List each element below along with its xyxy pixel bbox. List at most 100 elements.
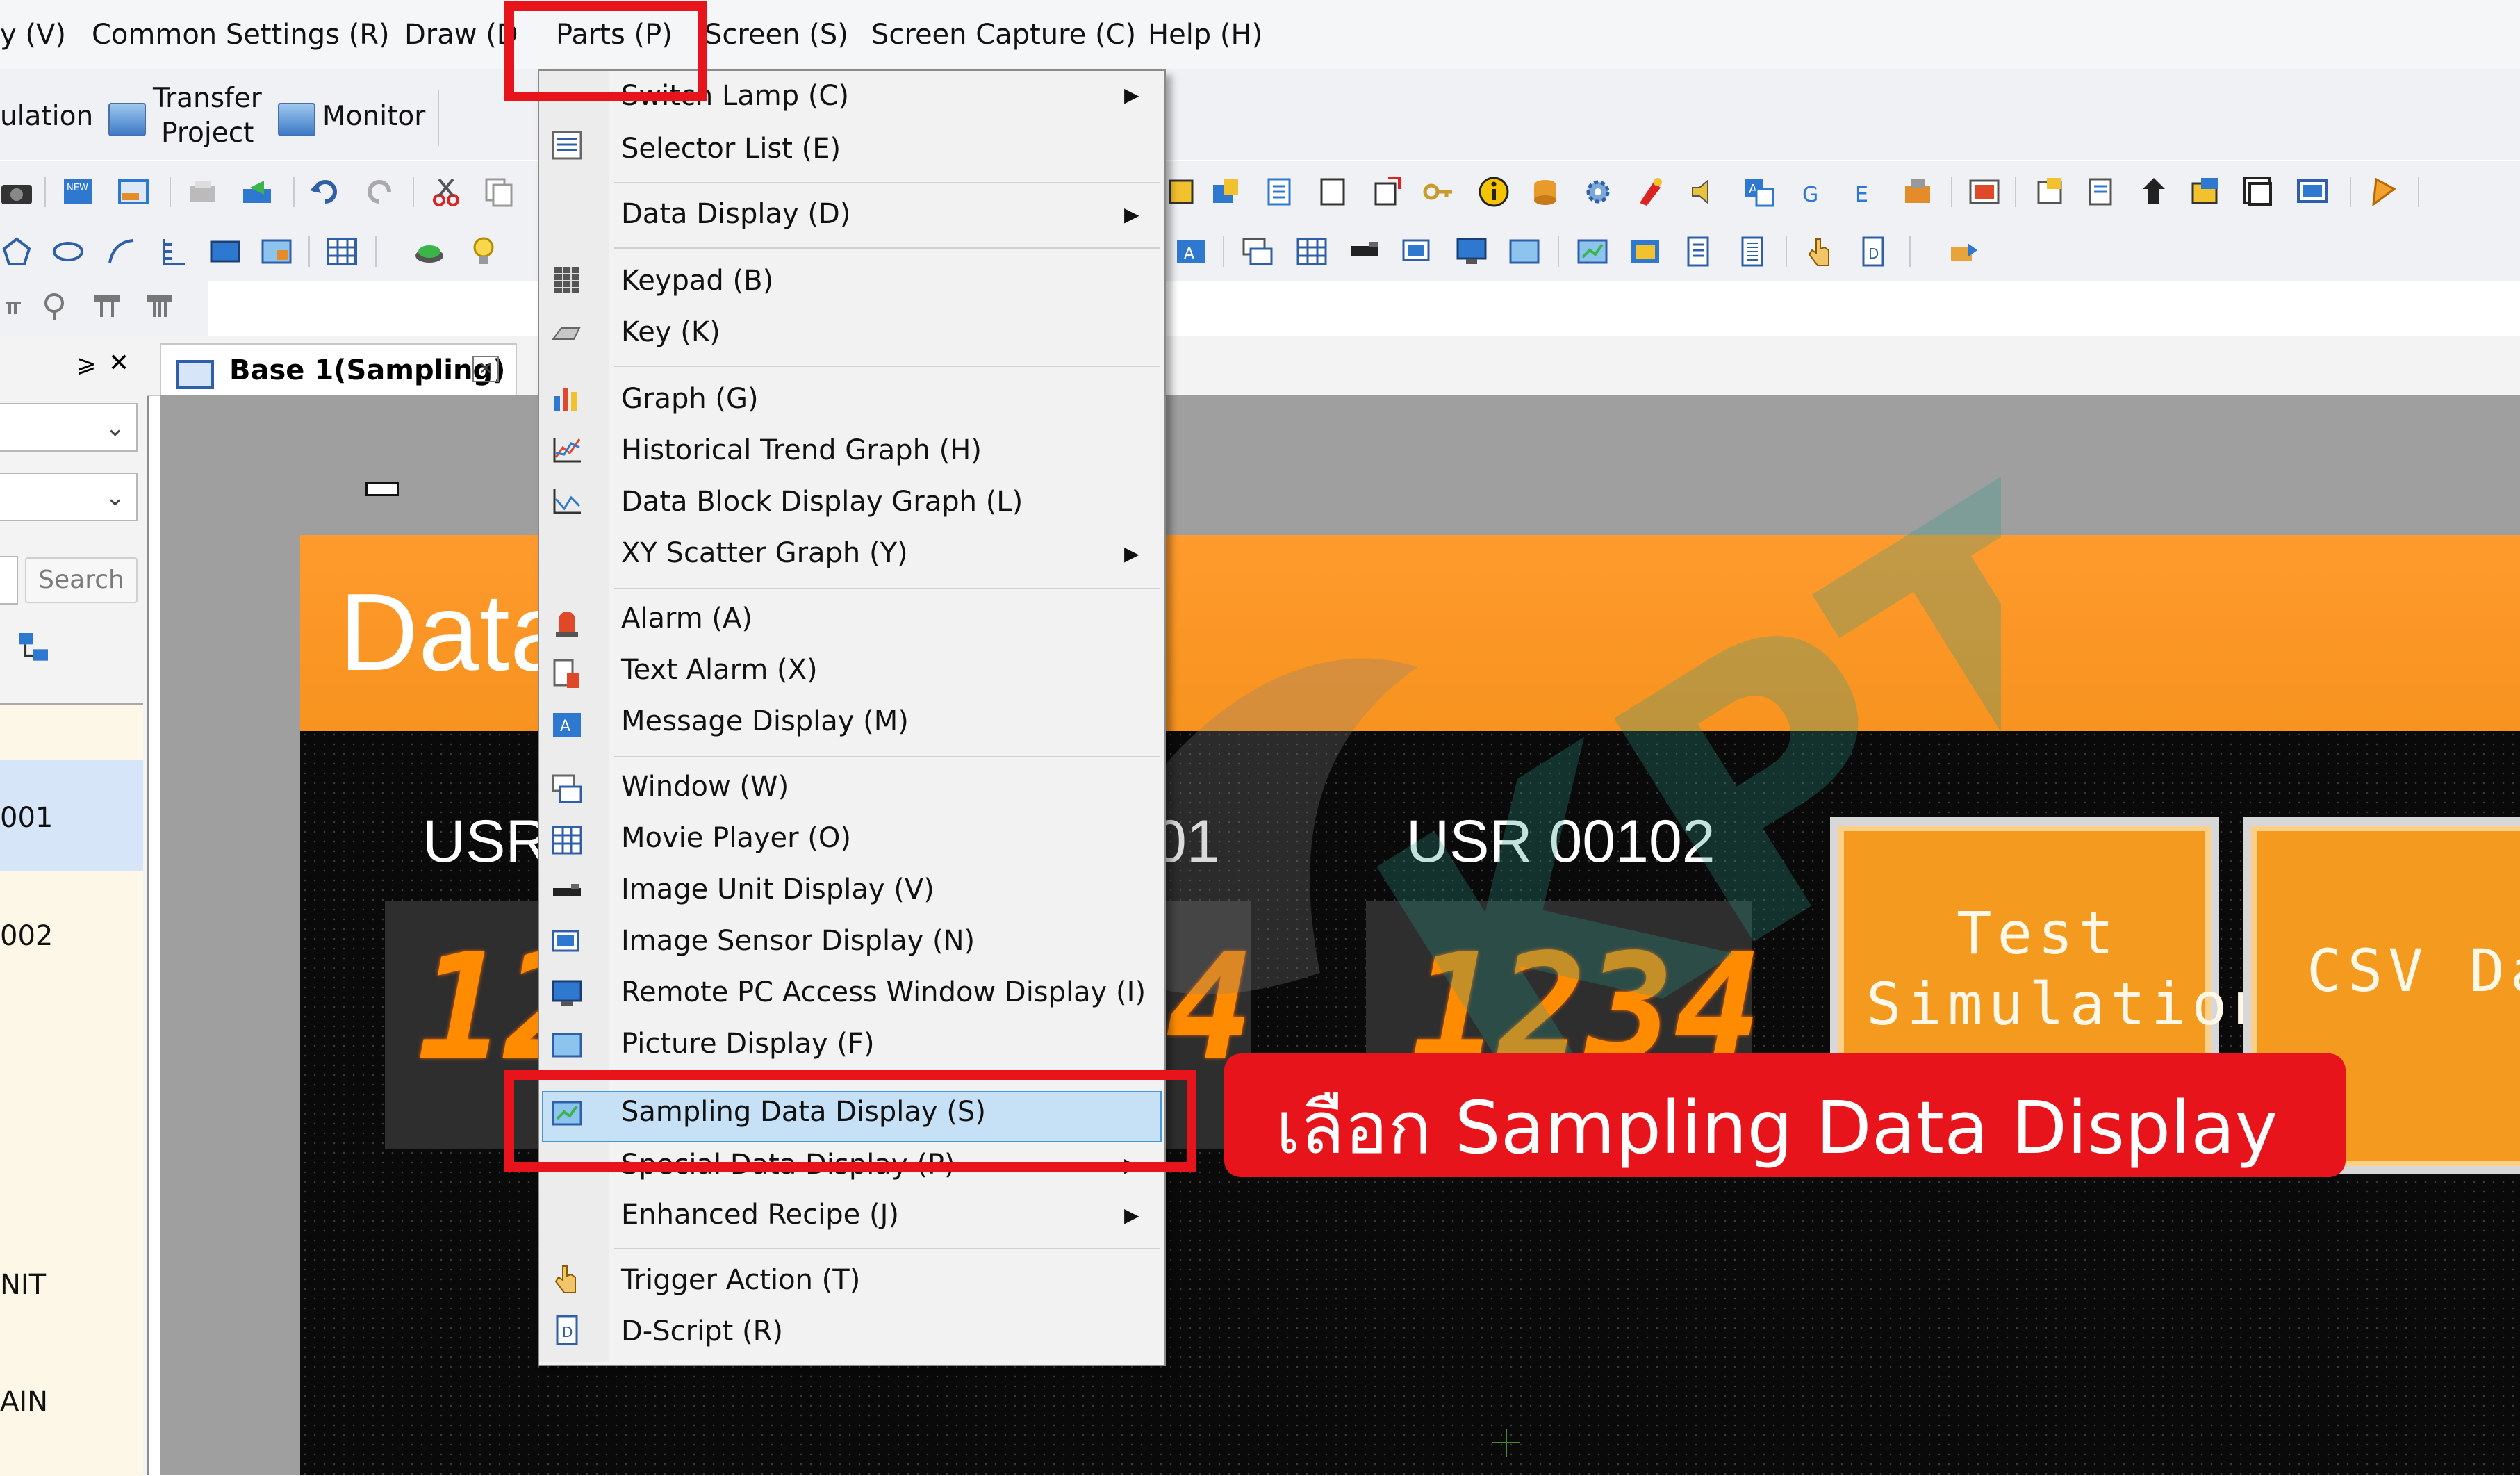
monitor-icon[interactable] xyxy=(278,103,315,136)
menu-item-image-unit-display[interactable]: Image Unit Display (V) xyxy=(621,873,934,906)
transfer-label-line2[interactable]: Project xyxy=(161,117,254,150)
panel-combo-2[interactable]: ⌄ xyxy=(0,473,138,521)
list-icon[interactable] xyxy=(1262,175,1295,208)
menu-item-movie-player[interactable]: Movie Player (O) xyxy=(621,821,851,855)
tab-base-1-sampling[interactable]: Base 1(Sampling) ✕ xyxy=(160,343,517,396)
monitor-label[interactable]: Monitor xyxy=(322,100,425,133)
rectangle-fill-icon[interactable] xyxy=(208,235,242,268)
sound-icon[interactable] xyxy=(1687,175,1720,208)
menu-item-window[interactable]: Window (W) xyxy=(621,770,789,803)
copy-icon[interactable] xyxy=(482,175,516,208)
cut-icon[interactable] xyxy=(429,175,463,208)
transfer-tool-icon[interactable] xyxy=(1901,175,1934,208)
d-script-icon[interactable]: D xyxy=(1856,235,1890,268)
ellipse-icon[interactable] xyxy=(51,235,85,268)
panel-combo-1[interactable]: ⌄ xyxy=(0,403,138,452)
menu-common-settings[interactable]: Common Settings (R) xyxy=(92,18,390,51)
menu-item-image-sensor-display[interactable]: Image Sensor Display (N) xyxy=(621,924,975,958)
recipe-g-icon[interactable]: G xyxy=(1794,175,1827,208)
menu-screen[interactable]: Screen (S) xyxy=(705,18,848,51)
print-icon[interactable] xyxy=(186,175,220,208)
table-icon[interactable] xyxy=(325,235,359,268)
info-icon[interactable] xyxy=(1477,175,1510,208)
panel-search-button[interactable]: Search xyxy=(25,557,138,603)
document-icon[interactable] xyxy=(1316,175,1349,208)
special-data-icon[interactable] xyxy=(1629,235,1662,268)
export-doc-icon[interactable] xyxy=(1370,175,1403,208)
recipe-list-icon[interactable] xyxy=(1681,235,1715,268)
switch-green-icon[interactable] xyxy=(413,235,446,268)
library-icon[interactable] xyxy=(2189,175,2222,208)
screen-red-icon[interactable] xyxy=(1968,175,2001,208)
menu-item-d-script[interactable]: D-Script (R) xyxy=(621,1315,783,1348)
menu-view[interactable]: y (V) xyxy=(0,18,66,51)
pen-icon[interactable] xyxy=(2366,175,2400,208)
transfer-label-line1[interactable]: Transfer xyxy=(153,82,262,115)
new-icon[interactable]: NEW xyxy=(61,175,94,208)
menu-item-xy-scatter-graph[interactable]: XY Scatter Graph (Y) xyxy=(621,536,908,570)
scale-icon[interactable] xyxy=(157,235,190,268)
redo-icon[interactable] xyxy=(363,175,396,208)
menu-item-key[interactable]: Key (K) xyxy=(621,315,720,349)
rotate-right-icon[interactable] xyxy=(38,289,71,322)
transfer-project-icon[interactable] xyxy=(108,103,146,136)
camera-icon[interactable] xyxy=(0,175,33,208)
language-icon[interactable]: A xyxy=(1743,175,1776,208)
windows-icon[interactable] xyxy=(2241,175,2275,208)
hierarchy-icon[interactable] xyxy=(2137,175,2171,208)
image-unit-icon[interactable] xyxy=(1348,235,1381,268)
recipe-list2-icon[interactable] xyxy=(1736,235,1769,268)
sampling-display-icon[interactable] xyxy=(1576,235,1609,268)
transfer-box-icon[interactable] xyxy=(1947,235,1980,268)
list-item[interactable]: 002 xyxy=(0,920,53,952)
menu-item-message-display[interactable]: Message Display (M) xyxy=(621,705,909,738)
open-window-icon[interactable] xyxy=(117,175,150,208)
export-icon[interactable] xyxy=(240,175,274,208)
undo-icon[interactable] xyxy=(308,175,342,208)
settings-gear-icon[interactable] xyxy=(1581,175,1615,208)
script-fire-icon[interactable] xyxy=(1633,175,1666,208)
panel-close-icon[interactable]: ✕ xyxy=(108,349,129,377)
picture-icon[interactable] xyxy=(260,235,293,268)
pentagon-icon[interactable] xyxy=(0,235,33,268)
menu-help[interactable]: Help (H) xyxy=(1148,18,1262,51)
tree-view-icon[interactable] xyxy=(14,628,53,667)
list-item[interactable]: 001 xyxy=(0,802,53,834)
rotate-left-icon[interactable] xyxy=(0,289,33,322)
menu-item-data-display[interactable]: Data Display (D) xyxy=(621,197,850,231)
align-down2-icon[interactable] xyxy=(143,289,176,322)
menu-item-alarm[interactable]: Alarm (A) xyxy=(621,602,752,635)
parts-icon-a[interactable] xyxy=(1164,175,1198,208)
menu-item-selector-list[interactable]: Selector List (E) xyxy=(621,132,841,165)
panel-pin-icon[interactable]: ⩾ xyxy=(76,350,97,378)
picture-display-icon[interactable] xyxy=(1508,235,1541,268)
menu-item-trigger-action[interactable]: Trigger Action (T) xyxy=(621,1263,860,1297)
simulation-label[interactable]: ulation xyxy=(0,100,93,133)
list-item[interactable]: AIN xyxy=(0,1386,48,1418)
recipe-e-icon[interactable]: E xyxy=(1847,175,1880,208)
menu-item-picture-display[interactable]: Picture Display (F) xyxy=(621,1027,875,1060)
key-icon[interactable] xyxy=(1422,175,1455,208)
list-item[interactable]: NIT xyxy=(0,1269,46,1301)
parts-icon-b[interactable] xyxy=(1209,175,1242,208)
edit-doc-icon[interactable] xyxy=(2084,175,2118,208)
menu-item-graph[interactable]: Graph (G) xyxy=(621,382,759,416)
image-sensor-icon[interactable] xyxy=(1401,235,1434,268)
screen-list-icon[interactable] xyxy=(2033,175,2066,208)
panel-search-input[interactable] xyxy=(0,556,18,605)
menu-item-historical-trend-graph[interactable]: Historical Trend Graph (H) xyxy=(621,434,982,467)
canvas-handle[interactable] xyxy=(365,482,399,496)
menu-item-keypad[interactable]: Keypad (B) xyxy=(621,264,773,297)
align-down-icon[interactable] xyxy=(90,289,124,322)
remote-pc-icon[interactable] xyxy=(1455,235,1488,268)
menu-draw[interactable]: Draw (D xyxy=(404,18,518,51)
alarm-db-icon[interactable] xyxy=(1529,175,1562,208)
menu-item-text-alarm[interactable]: Text Alarm (X) xyxy=(621,653,818,687)
tab-close-icon[interactable]: ✕ xyxy=(472,356,499,382)
trigger-hand-icon[interactable] xyxy=(1804,235,1837,268)
menu-item-remote-pc-access[interactable]: Remote PC Access Window Display (I) xyxy=(621,976,1146,1009)
menu-item-enhanced-recipe[interactable]: Enhanced Recipe (J) xyxy=(621,1198,899,1231)
text-a-icon[interactable]: A xyxy=(1174,235,1208,268)
window-part-icon[interactable] xyxy=(1241,235,1274,268)
display-icon[interactable] xyxy=(2296,175,2329,208)
